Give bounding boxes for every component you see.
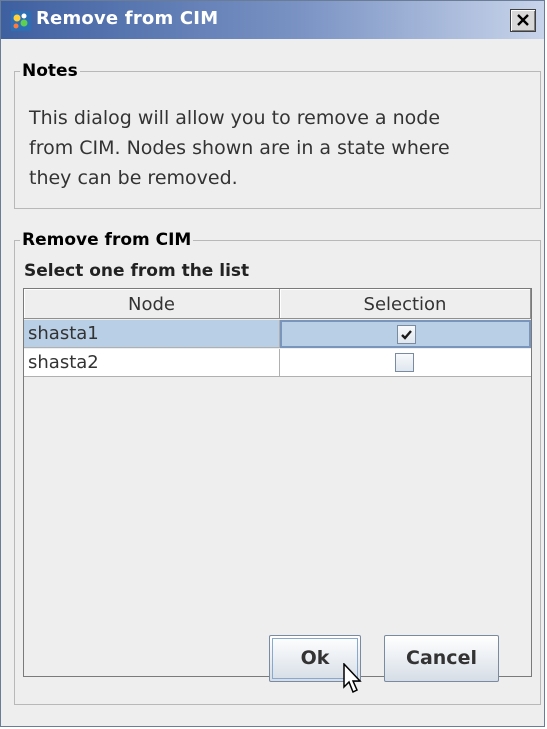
mouse-pointer-icon — [343, 662, 363, 699]
list-caption: Select one from the list — [24, 261, 250, 281]
table-row-shasta2[interactable]: shasta2 — [24, 349, 531, 377]
notes-text: This dialog will allow you to remove a n… — [29, 103, 529, 193]
notes-line: they can be removed. — [29, 167, 238, 189]
selection-cell[interactable] — [280, 320, 531, 348]
notes-line: from CIM. Nodes shown are in a state whe… — [29, 137, 450, 159]
table-row-shasta1[interactable]: shasta1 — [24, 320, 531, 348]
title-bar[interactable]: Remove from CIM — [1, 1, 544, 39]
window-title: Remove from CIM — [36, 8, 219, 29]
close-button[interactable] — [510, 9, 536, 32]
notes-line: This dialog will allow you to remove a n… — [29, 107, 441, 129]
close-icon — [517, 14, 529, 26]
selection-cell[interactable] — [280, 349, 531, 377]
selection-checkbox-unchecked[interactable] — [395, 353, 414, 372]
selection-checkbox-checked[interactable] — [397, 325, 416, 344]
column-header-node[interactable]: Node — [24, 289, 280, 319]
app-icon — [11, 11, 31, 31]
cancel-button[interactable]: Cancel — [384, 635, 499, 682]
column-header-selection[interactable]: Selection — [280, 289, 531, 319]
dialog-window: Remove from CIM Notes This dialog will a… — [0, 0, 545, 727]
node-cell[interactable]: shasta1 — [24, 320, 280, 348]
node-cell[interactable]: shasta2 — [24, 349, 280, 377]
check-icon — [401, 330, 412, 340]
node-table[interactable]: Node Selection shasta1 shasta2 — [23, 288, 532, 677]
notes-legend: Notes — [22, 61, 78, 81]
remove-from-cim-legend: Remove from CIM — [22, 230, 192, 250]
